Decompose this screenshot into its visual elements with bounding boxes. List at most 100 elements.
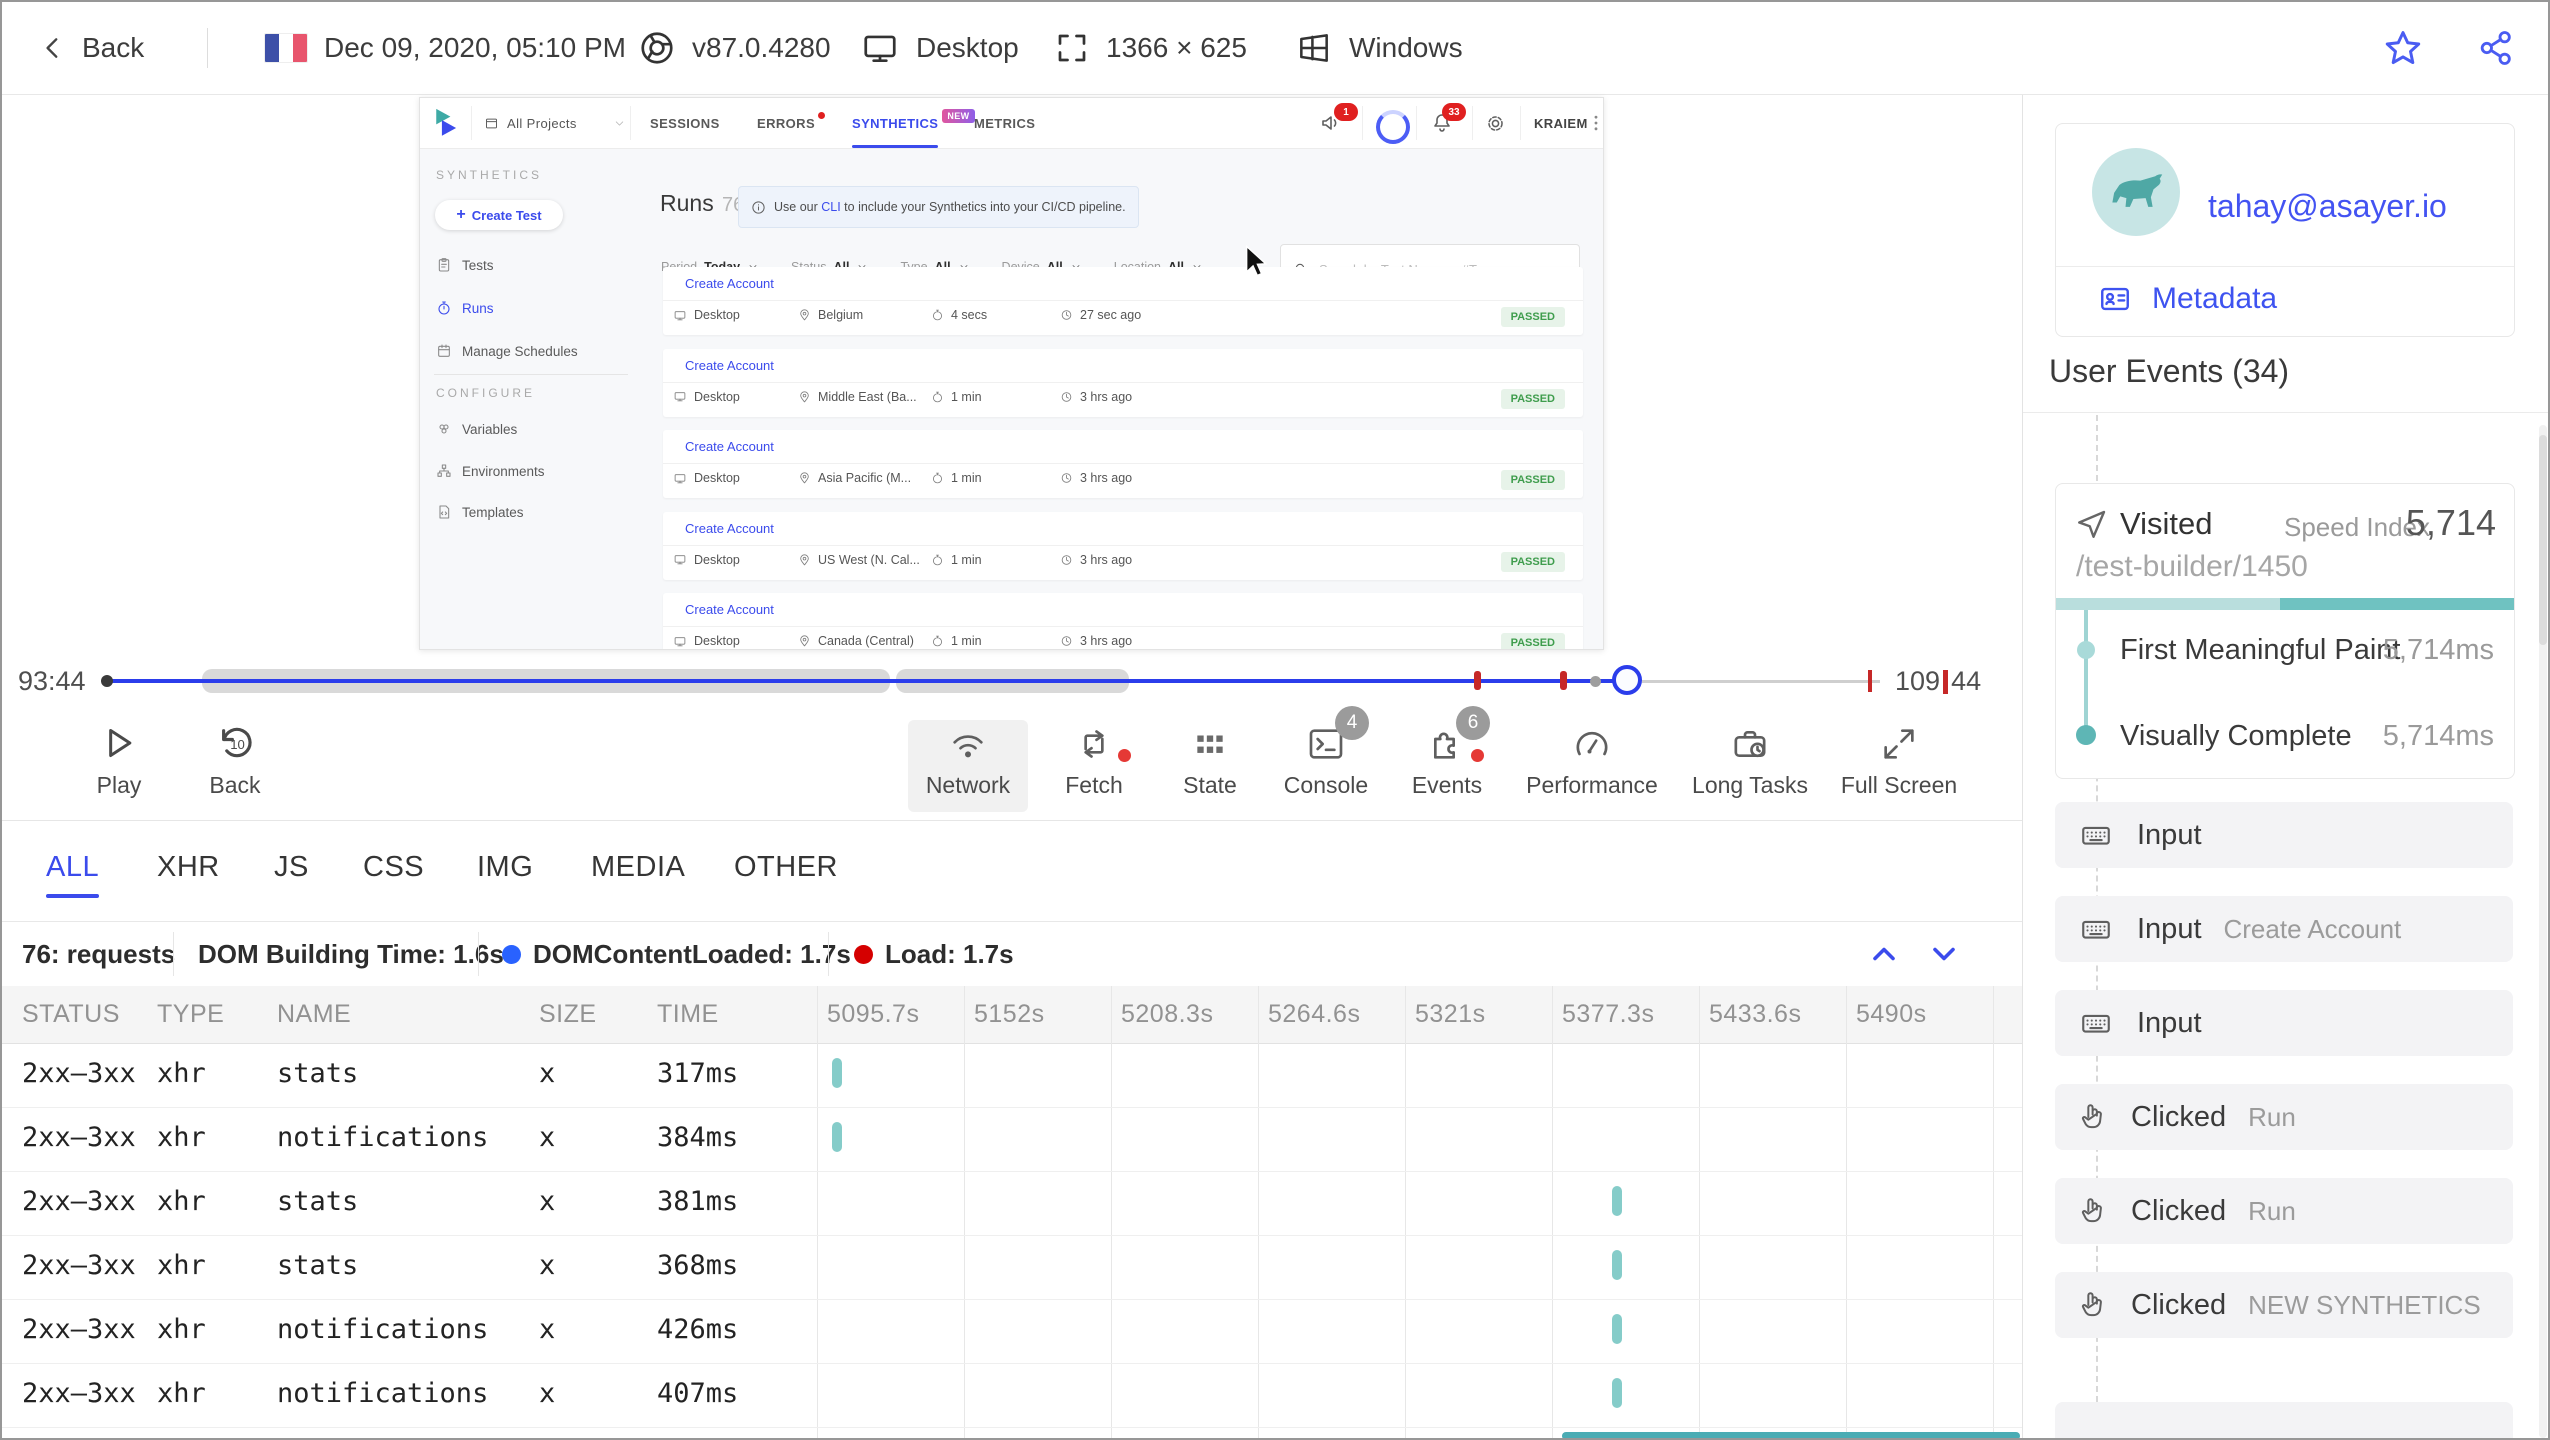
run-card[interactable]: Create Account Desktop Canada (Central) … — [663, 593, 1583, 649]
run-card[interactable]: Create Account Desktop US West (N. Cal..… — [663, 511, 1583, 580]
favorite-button[interactable] — [2382, 2, 2424, 94]
sidebar-item-variables[interactable]: Variables — [436, 418, 517, 440]
run-card[interactable]: Create Account Desktop Middle East (Ba..… — [663, 348, 1583, 417]
waterfall-scrollbar[interactable] — [1562, 1432, 2020, 1438]
run-name-link[interactable]: Create Account — [685, 276, 774, 291]
kebab-menu-button[interactable] — [1586, 113, 1603, 133]
user-menu[interactable]: KRAIEM — [1534, 98, 1588, 148]
tab-metrics[interactable]: METRICS — [974, 98, 1035, 148]
timeline-remaining[interactable] — [1642, 680, 1880, 683]
tab-synthetics[interactable]: SYNTHETICS NEW — [852, 98, 975, 148]
clock-icon — [1061, 391, 1072, 402]
tab-js[interactable]: JS — [274, 851, 309, 884]
run-name-link[interactable]: Create Account — [685, 602, 774, 617]
os-info: Windows — [1295, 2, 1463, 94]
user-event-card[interactable]: Input — [2055, 990, 2513, 1056]
tab-css[interactable]: CSS — [363, 851, 424, 884]
location-pin-icon — [800, 309, 809, 321]
network-request-row[interactable]: 2xx–3xx xhr stats x 368ms — [2, 1235, 2022, 1300]
settings-button[interactable] — [1484, 112, 1507, 135]
notifications-button[interactable]: 33 — [1430, 103, 1466, 135]
user-email-link[interactable]: tahay@asayer.io — [2208, 188, 2447, 225]
status-badge: PASSED — [1500, 470, 1565, 490]
sidebar-item-manage-schedules[interactable]: Manage Schedules — [436, 340, 578, 362]
user-event-card[interactable]: Input Create Account — [2055, 896, 2513, 962]
visited-event-card[interactable]: Visited Speed Index 5,714 /test-builder/… — [2055, 483, 2515, 779]
performance-panel-button[interactable]: Performance — [1517, 720, 1667, 812]
full-screen-button[interactable]: Full Screen — [1824, 720, 1974, 812]
announcements-button[interactable]: 1 — [1320, 103, 1358, 135]
project-selector[interactable]: All Projects — [484, 98, 626, 148]
timeline-event-dot[interactable] — [1590, 676, 1601, 687]
waterfall-mark — [1612, 1314, 1622, 1344]
replayed-app-screen: All Projects SESSIONS ERRORS SYNTHETICS … — [419, 97, 1604, 650]
run-card[interactable]: Create Account Desktop Asia Pacific (M..… — [663, 430, 1583, 498]
network-request-row[interactable]: 2xx–3xx xhr notifications x 426ms — [2, 1299, 2022, 1364]
network-request-row[interactable]: 2xx–3xx xhr stats x 317ms — [2, 1043, 2022, 1108]
events-panel-button[interactable]: 6 Events — [1387, 706, 1507, 812]
tab-other[interactable]: OTHER — [734, 851, 838, 884]
user-event-card[interactable]: Input — [2055, 802, 2513, 868]
sidebar-scrollbar-thumb[interactable] — [2539, 435, 2547, 645]
network-panel-button[interactable]: Network — [908, 720, 1028, 812]
request-type: xhr — [157, 1250, 206, 1281]
run-duration: 1 min — [931, 553, 982, 567]
user-event-card[interactable]: Clicked Run — [2055, 1178, 2513, 1244]
timeline-error-marker[interactable] — [1560, 671, 1567, 690]
run-location: Canada (Central) — [798, 634, 914, 648]
timeline-progress[interactable] — [110, 679, 1614, 683]
requests-count: 76: requests — [22, 938, 176, 969]
state-panel-button[interactable]: State — [1150, 720, 1270, 812]
run-name-link[interactable]: Create Account — [685, 521, 774, 536]
console-panel-button[interactable]: 4 Console — [1266, 706, 1386, 812]
timeline-start-dot — [101, 675, 113, 687]
fetch-panel-button[interactable]: Fetch — [1034, 720, 1154, 812]
playhead-handle[interactable] — [1612, 665, 1642, 695]
fmp-label: First Meaningful Paint — [2120, 634, 2401, 666]
run-name-link[interactable]: Create Account — [685, 439, 774, 454]
jump-previous-button[interactable] — [1864, 936, 1904, 972]
run-device: Desktop — [673, 471, 740, 485]
location-pin-icon — [800, 390, 809, 402]
cli-banner-text: Use our CLI to include your Synthetics i… — [774, 200, 1126, 214]
run-name-link[interactable]: Create Account — [685, 358, 774, 373]
info-icon — [752, 200, 765, 214]
create-test-button[interactable]: + Create Test — [435, 200, 563, 230]
user-event-card[interactable]: Clicked Run — [2055, 1084, 2513, 1150]
jump-next-button[interactable] — [1924, 936, 1964, 972]
tab-sessions[interactable]: SESSIONS — [650, 98, 720, 148]
metadata-button[interactable]: Metadata — [2096, 282, 2277, 316]
sidebar-item-tests[interactable]: Tests — [436, 254, 494, 276]
sidebar-item-templates[interactable]: Templates — [436, 501, 524, 523]
tab-errors[interactable]: ERRORS — [757, 98, 826, 148]
timeline-error-marker[interactable] — [1868, 670, 1872, 692]
sidebar-item-runs[interactable]: Runs — [436, 297, 494, 319]
share-button[interactable] — [2476, 2, 2516, 94]
network-request-row[interactable]: 2xx–3xx xhr notifications x 384ms — [2, 1107, 2022, 1172]
network-request-row[interactable]: 2xx–3xx xhr stats x 381ms — [2, 1171, 2022, 1236]
user-events-title: User Events (34) — [2049, 353, 2290, 389]
timeline-error-marker[interactable] — [1474, 671, 1481, 690]
play-button[interactable]: Play — [59, 720, 179, 812]
run-card[interactable]: Create Account Desktop Belgium 4 secs 27… — [663, 267, 1583, 335]
col-time-tick: 5095.7s — [827, 1000, 920, 1028]
tab-media[interactable]: MEDIA — [591, 851, 685, 884]
project-icon — [486, 118, 497, 128]
tab-img[interactable]: IMG — [477, 851, 533, 884]
tab-all[interactable]: ALL — [46, 851, 100, 898]
run-location: Belgium — [798, 308, 863, 322]
network-wifi-icon — [953, 735, 983, 758]
col-time-tick: 5433.6s — [1709, 1000, 1802, 1028]
event-card-partial[interactable] — [2055, 1402, 2513, 1438]
long-tasks-panel-button[interactable]: Long Tasks — [1680, 720, 1820, 812]
back-button[interactable]: Back — [40, 2, 144, 94]
request-size: x — [539, 1058, 556, 1089]
col-time-tick: 5152s — [974, 1000, 1045, 1028]
user-event-card[interactable]: Clicked NEW SYNTHETICS — [2055, 1272, 2513, 1338]
sidebar-item-environments[interactable]: Environments — [436, 460, 545, 482]
back-10-seconds-button[interactable]: 10 Back — [175, 720, 295, 812]
network-request-row[interactable]: 2xx–3xx xhr notifications x 407ms — [2, 1363, 2022, 1428]
cli-link[interactable]: CLI — [821, 200, 840, 214]
template-file-icon — [439, 505, 450, 519]
tab-xhr[interactable]: XHR — [157, 851, 220, 884]
